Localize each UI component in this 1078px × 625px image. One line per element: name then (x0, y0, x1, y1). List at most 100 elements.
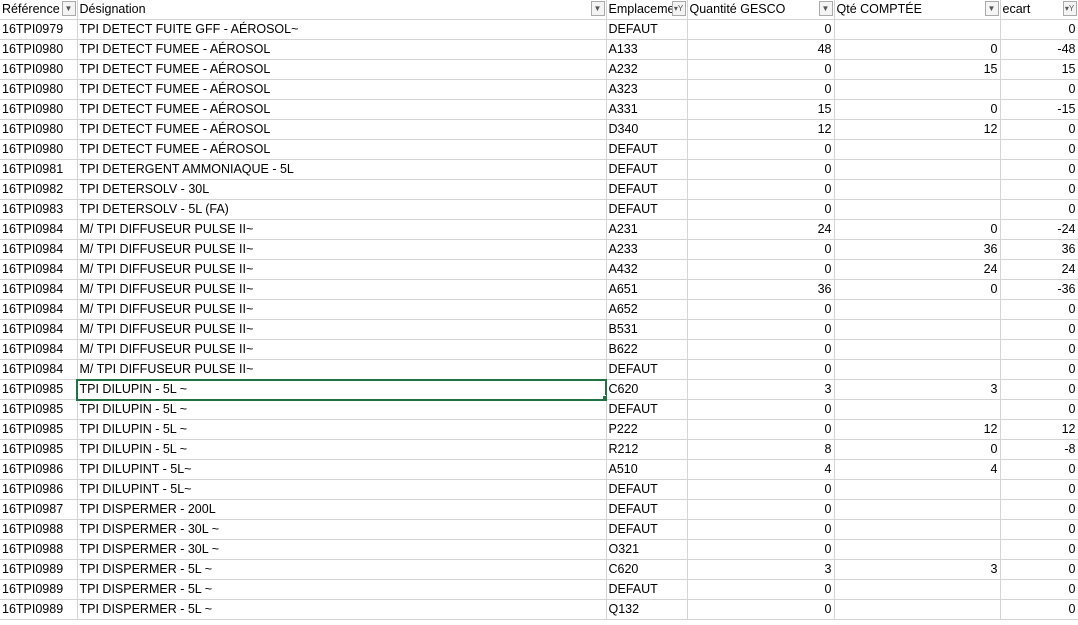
filter-dropdown-icon[interactable]: ▼ (61, 1, 76, 16)
cell-emplacement[interactable]: DEFAUT (606, 159, 688, 180)
cell-ecart[interactable]: 0 (1000, 179, 1078, 200)
cell-ecart[interactable]: 0 (1000, 459, 1078, 480)
cell-ecart[interactable]: 0 (1000, 299, 1078, 320)
cell-qte-comptee[interactable] (834, 599, 1001, 620)
cell-designation[interactable]: M/ TPI DIFFUSEUR PULSE II~ (77, 319, 607, 340)
cell-designation[interactable]: TPI DISPERMER - 200L (77, 499, 607, 520)
cell-qte-comptee[interactable]: 0 (834, 439, 1001, 460)
cell-reference[interactable]: 16TPI0980 (0, 119, 78, 140)
cell-quantite-gesco[interactable]: 24 (687, 219, 835, 240)
cell-quantite-gesco[interactable]: 4 (687, 459, 835, 480)
cell-designation[interactable]: TPI DETECT FUMEE - AÉROSOL (77, 99, 607, 120)
cell-qte-comptee[interactable] (834, 339, 1001, 360)
cell-designation[interactable]: M/ TPI DIFFUSEUR PULSE II~ (77, 359, 607, 380)
cell-ecart[interactable]: 0 (1000, 119, 1078, 140)
cell-designation[interactable]: TPI DILUPIN - 5L ~ (77, 419, 607, 440)
cell-quantite-gesco[interactable]: 0 (687, 499, 835, 520)
cell-designation[interactable]: TPI DILUPIN - 5L ~ (76, 378, 607, 401)
cell-ecart[interactable]: 0 (1000, 359, 1078, 380)
cell-designation[interactable]: TPI DILUPINT - 5L~ (77, 459, 607, 480)
cell-qte-comptee[interactable]: 12 (834, 419, 1001, 440)
cell-designation[interactable]: M/ TPI DIFFUSEUR PULSE II~ (77, 219, 607, 240)
cell-qte-comptee[interactable]: 24 (834, 259, 1001, 280)
cell-emplacement[interactable]: Q132 (606, 599, 688, 620)
cell-ecart[interactable]: 0 (1000, 79, 1078, 100)
filter-dropdown-icon[interactable]: ▼ (984, 1, 999, 16)
cell-quantite-gesco[interactable]: 0 (687, 159, 835, 180)
cell-designation[interactable]: TPI DILUPINT - 5L~ (77, 479, 607, 500)
cell-emplacement[interactable]: O321 (606, 539, 688, 560)
cell-reference[interactable]: 16TPI0984 (0, 219, 78, 240)
cell-qte-comptee[interactable]: 0 (834, 279, 1001, 300)
cell-ecart[interactable]: 0 (1000, 339, 1078, 360)
cell-emplacement[interactable]: B622 (606, 339, 688, 360)
cell-emplacement[interactable]: DEFAUT (606, 199, 688, 220)
cell-emplacement[interactable]: A133 (606, 39, 688, 60)
cell-emplacement[interactable]: R212 (606, 439, 688, 460)
cell-emplacement[interactable]: A331 (606, 99, 688, 120)
cell-emplacement[interactable]: DEFAUT (606, 399, 688, 420)
cell-qte-comptee[interactable] (834, 179, 1001, 200)
cell-emplacement[interactable]: A652 (606, 299, 688, 320)
cell-qte-comptee[interactable] (834, 359, 1001, 380)
cell-quantite-gesco[interactable]: 0 (687, 259, 835, 280)
cell-emplacement[interactable]: DEFAUT (606, 19, 688, 40)
cell-quantite-gesco[interactable]: 0 (687, 579, 835, 600)
cell-qte-comptee[interactable] (834, 79, 1001, 100)
cell-ecart[interactable]: 0 (1000, 579, 1078, 600)
cell-emplacement[interactable]: A432 (606, 259, 688, 280)
cell-qte-comptee[interactable]: 4 (834, 459, 1001, 480)
cell-reference[interactable]: 16TPI0989 (0, 579, 78, 600)
cell-designation[interactable]: TPI DETECT FUITE GFF - AÉROSOL~ (77, 19, 607, 40)
cell-emplacement[interactable]: DEFAUT (606, 359, 688, 380)
cell-reference[interactable]: 16TPI0980 (0, 39, 78, 60)
cell-quantite-gesco[interactable]: 0 (687, 419, 835, 440)
cell-emplacement[interactable]: A232 (606, 59, 688, 80)
cell-qte-comptee[interactable] (834, 519, 1001, 540)
cell-ecart[interactable]: 0 (1000, 559, 1078, 580)
cell-ecart[interactable]: 0 (1000, 379, 1078, 400)
cell-reference[interactable]: 16TPI0980 (0, 139, 78, 160)
cell-qte-comptee[interactable]: 36 (834, 239, 1001, 260)
cell-ecart[interactable]: 0 (1000, 139, 1078, 160)
cell-qte-comptee[interactable]: 0 (834, 39, 1001, 60)
cell-reference[interactable]: 16TPI0981 (0, 159, 78, 180)
cell-reference[interactable]: 16TPI0989 (0, 559, 78, 580)
cell-quantite-gesco[interactable]: 0 (687, 199, 835, 220)
cell-ecart[interactable]: 24 (1000, 259, 1078, 280)
cell-qte-comptee[interactable] (834, 479, 1001, 500)
cell-emplacement[interactable]: DEFAUT (606, 479, 688, 500)
cell-reference[interactable]: 16TPI0986 (0, 459, 78, 480)
filter-active-icon[interactable]: ▾Y (671, 1, 686, 16)
cell-quantite-gesco[interactable]: 0 (687, 599, 835, 620)
cell-reference[interactable]: 16TPI0987 (0, 499, 78, 520)
cell-quantite-gesco[interactable]: 0 (687, 519, 835, 540)
cell-designation[interactable]: TPI DISPERMER - 5L ~ (77, 559, 607, 580)
cell-ecart[interactable]: -48 (1000, 39, 1078, 60)
cell-ecart[interactable]: 0 (1000, 599, 1078, 620)
cell-quantite-gesco[interactable]: 3 (687, 559, 835, 580)
cell-ecart[interactable]: 0 (1000, 499, 1078, 520)
filter-dropdown-icon[interactable]: ▼ (590, 1, 605, 16)
header-emplacement[interactable]: Emplacement ▾Y (606, 0, 688, 20)
filter-active-icon[interactable]: ▾Y (1062, 1, 1077, 16)
cell-quantite-gesco[interactable]: 0 (687, 479, 835, 500)
cell-qte-comptee[interactable] (834, 199, 1001, 220)
cell-emplacement[interactable]: B531 (606, 319, 688, 340)
header-ecart[interactable]: ecart ▾Y (1000, 0, 1078, 20)
cell-qte-comptee[interactable] (834, 399, 1001, 420)
cell-qte-comptee[interactable] (834, 539, 1001, 560)
header-reference[interactable]: Référence ▼ (0, 0, 78, 20)
cell-emplacement[interactable]: D340 (606, 119, 688, 140)
cell-emplacement[interactable]: P222 (606, 419, 688, 440)
cell-qte-comptee[interactable] (834, 319, 1001, 340)
cell-quantite-gesco[interactable]: 48 (687, 39, 835, 60)
cell-reference[interactable]: 16TPI0984 (0, 359, 78, 380)
cell-ecart[interactable]: 0 (1000, 159, 1078, 180)
cell-designation[interactable]: M/ TPI DIFFUSEUR PULSE II~ (77, 299, 607, 320)
cell-quantite-gesco[interactable]: 36 (687, 279, 835, 300)
cell-ecart[interactable]: 0 (1000, 19, 1078, 40)
cell-reference[interactable]: 16TPI0984 (0, 299, 78, 320)
cell-reference[interactable]: 16TPI0988 (0, 519, 78, 540)
cell-quantite-gesco[interactable]: 0 (687, 359, 835, 380)
